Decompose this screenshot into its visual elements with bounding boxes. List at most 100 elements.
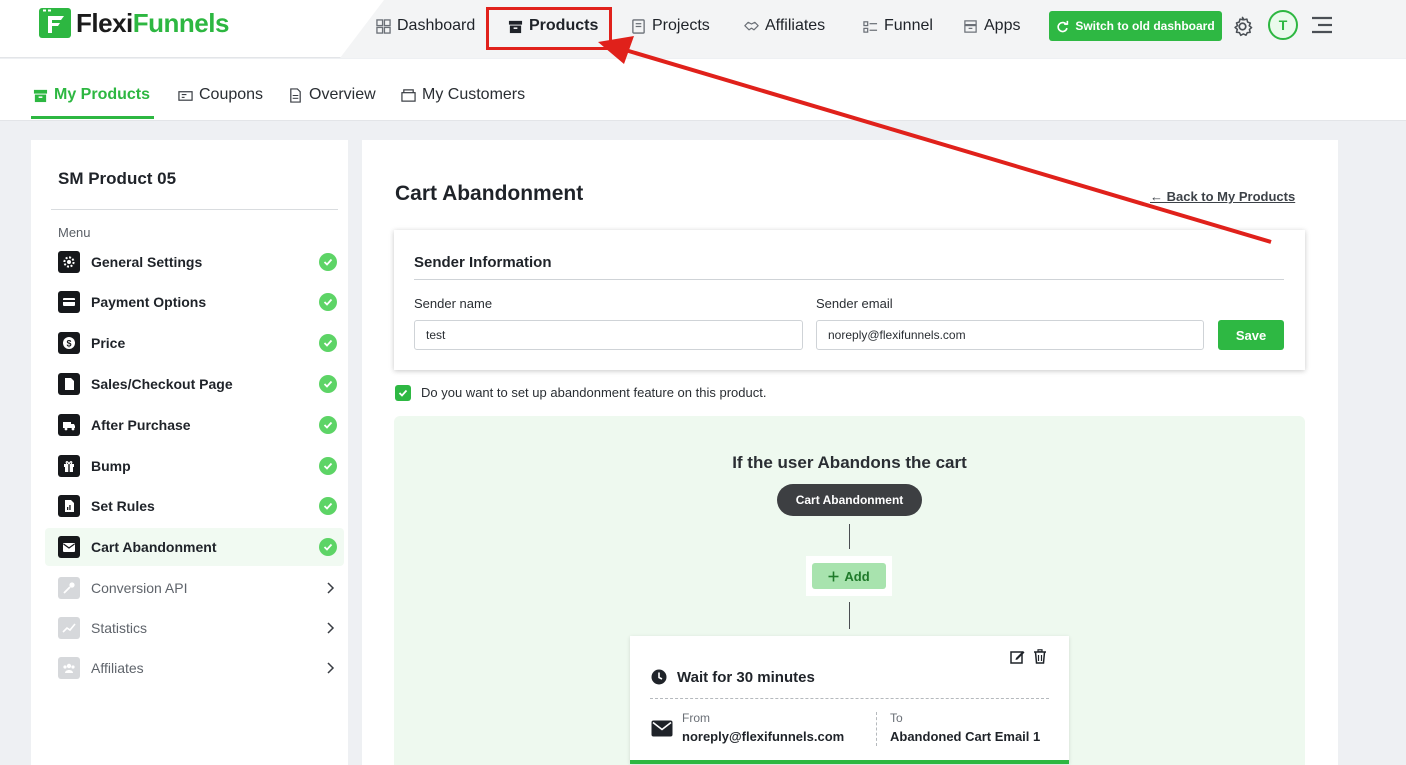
svg-text:$: $ <box>66 338 71 348</box>
sidebar-item-cart-abandonment[interactable]: Cart Abandonment <box>45 528 344 566</box>
wait-step-title: Wait for 30 minutes <box>677 669 815 686</box>
sidebar-divider <box>51 209 338 210</box>
complete-check-icon <box>319 375 337 393</box>
back-to-my-products-link[interactable]: ← Back to My Products <box>1150 189 1295 204</box>
complete-check-icon <box>319 538 337 556</box>
edit-icon[interactable] <box>1010 649 1025 664</box>
brand-name: FlexiFunnels <box>76 7 229 38</box>
from-label: From <box>682 711 710 725</box>
ticket-icon <box>178 90 193 101</box>
funnel-icon <box>863 20 878 33</box>
sidebar-item-sales-checkout-page[interactable]: Sales/Checkout Page <box>45 365 344 403</box>
grid-icon <box>376 18 391 34</box>
sender-name-input[interactable]: test <box>414 320 803 350</box>
checkmark-icon <box>398 389 408 397</box>
document-icon <box>290 87 301 103</box>
product-settings-sidebar: SM Product 05 Menu General Settings Paym… <box>31 140 348 765</box>
document-icon <box>632 18 645 34</box>
tab-my-customers[interactable]: My Customers <box>401 86 525 104</box>
sidebar-item-after-purchase[interactable]: After Purchase <box>45 406 344 444</box>
nav-funnel[interactable]: Funnel <box>863 14 933 38</box>
complete-check-icon <box>319 416 337 434</box>
nav-affiliates-label: Affiliates <box>765 17 826 34</box>
nav-apps-label: Apps <box>984 17 1021 34</box>
sidebar-menu-heading: Menu <box>58 225 91 240</box>
wait-step-divider <box>650 698 1049 699</box>
sidebar-item-payment-options[interactable]: Payment Options <box>45 283 344 321</box>
product-title: SM Product 05 <box>58 169 177 188</box>
trash-icon[interactable] <box>1033 649 1047 664</box>
user-avatar[interactable]: T <box>1268 10 1298 40</box>
sender-information-title: Sender Information <box>414 254 552 271</box>
chevron-right-icon <box>327 662 335 674</box>
sidebar-item-affiliates[interactable]: Affiliates <box>45 649 344 687</box>
sidebar-item-label: Price <box>91 335 126 351</box>
envelope-icon <box>58 536 80 558</box>
add-step-wrapper: Add <box>806 556 892 596</box>
sidebar-item-label: Conversion API <box>91 580 188 596</box>
abandonment-flow-canvas: If the user Abandons the cart Cart Aband… <box>394 416 1305 765</box>
switch-old-dashboard-label: Switch to old dashboard <box>1075 19 1215 33</box>
tab-coupons[interactable]: Coupons <box>178 86 263 104</box>
products-subnav: My Products Coupons Overview My Customer… <box>0 59 1406 121</box>
chevron-right-icon <box>327 582 335 594</box>
complete-check-icon <box>319 457 337 475</box>
tab-my-products[interactable]: My Products <box>33 86 150 104</box>
add-step-label: Add <box>844 568 870 584</box>
handshake-icon <box>744 21 759 30</box>
cart-abandonment-trigger-node[interactable]: Cart Abandonment <box>777 484 922 516</box>
sidebar-item-label: Affiliates <box>91 660 144 676</box>
tab-my-products-label: My Products <box>54 86 151 103</box>
logo-icon <box>39 8 71 38</box>
gear-icon <box>58 251 80 273</box>
save-button[interactable]: Save <box>1218 320 1284 350</box>
truck-icon <box>58 414 80 436</box>
from-value: noreply@flexifunnels.com <box>682 729 845 744</box>
sidebar-item-price[interactable]: $ Price <box>45 324 344 362</box>
page-icon <box>58 373 80 395</box>
abandonment-feature-checkbox[interactable] <box>395 385 411 401</box>
settings-gear-icon[interactable] <box>1231 15 1254 38</box>
tab-overview[interactable]: Overview <box>288 86 376 104</box>
nav-dashboard[interactable]: Dashboard <box>376 14 475 38</box>
sidebar-item-set-rules[interactable]: Set Rules <box>45 487 344 525</box>
card-icon <box>58 291 80 313</box>
nav-dashboard-label: Dashboard <box>397 17 476 34</box>
page-title: Cart Abandonment <box>395 182 584 205</box>
sidebar-item-label: Cart Abandonment <box>91 539 217 555</box>
hamburger-menu-icon[interactable] <box>1310 16 1334 34</box>
gift-icon <box>58 455 80 477</box>
folder-icon <box>401 88 416 102</box>
sender-divider <box>414 279 1284 280</box>
sender-email-input[interactable]: noreply@flexifunnels.com <box>816 320 1204 350</box>
nav-funnel-label: Funnel <box>884 17 933 34</box>
nav-projects[interactable]: Projects <box>631 14 710 38</box>
box-icon <box>33 89 48 102</box>
sidebar-item-statistics[interactable]: Statistics <box>45 609 344 647</box>
flow-connector <box>849 602 850 629</box>
switch-old-dashboard-button[interactable]: Switch to old dashboard <box>1049 11 1222 41</box>
sidebar-item-general-settings[interactable]: General Settings <box>45 243 344 281</box>
sidebar-item-label: Statistics <box>91 620 148 636</box>
sender-name-label: Sender name <box>414 296 493 311</box>
brand-logo[interactable]: FlexiFunnels <box>38 6 229 40</box>
tab-coupons-label: Coupons <box>199 86 264 103</box>
nav-apps[interactable]: Apps <box>963 14 1020 38</box>
apps-icon <box>964 19 977 33</box>
chevron-right-icon <box>327 622 335 634</box>
complete-check-icon <box>319 253 337 271</box>
sidebar-item-conversion-api[interactable]: Conversion API <box>45 569 344 607</box>
products-highlight-annotation <box>486 7 612 50</box>
top-navbar: FlexiFunnels Dashboard Products Projects… <box>0 0 1406 58</box>
sidebar-item-label: Bump <box>91 458 131 474</box>
sidebar-item-label: Payment Options <box>91 294 207 310</box>
sidebar-item-bump[interactable]: Bump <box>45 447 344 485</box>
envelope-icon <box>651 720 673 737</box>
tab-my-customers-label: My Customers <box>422 86 526 103</box>
flow-title: If the user Abandons the cart <box>732 453 967 472</box>
nav-affiliates[interactable]: Affiliates <box>744 14 825 38</box>
add-step-button[interactable]: Add <box>812 563 886 589</box>
dollar-icon: $ <box>58 332 80 354</box>
sidebar-item-label: Set Rules <box>91 498 155 514</box>
sender-email-label: Sender email <box>816 296 893 311</box>
